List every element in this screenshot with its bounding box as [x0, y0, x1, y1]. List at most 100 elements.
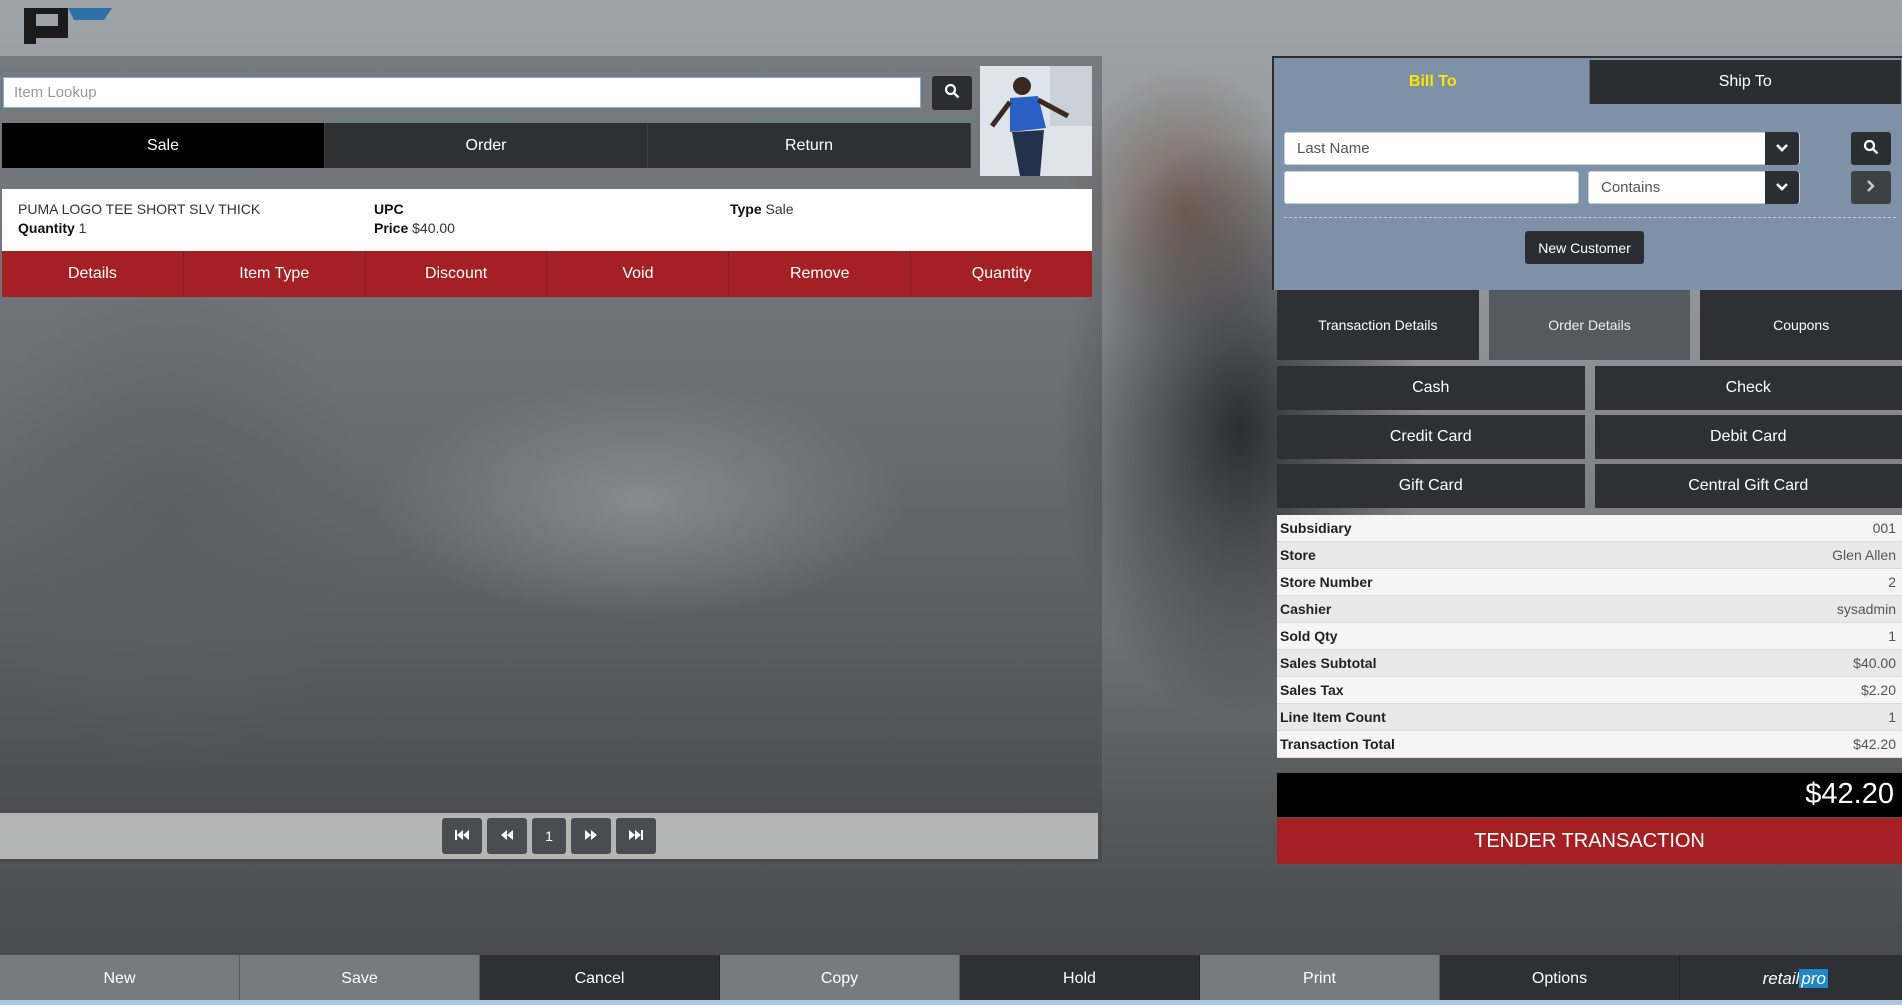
- transaction-mode-tabs: Sale Order Return: [2, 123, 971, 168]
- summary-label: Subsidiary: [1280, 520, 1352, 536]
- item-action-bar: Details Item Type Discount Void Remove Q…: [2, 251, 1092, 297]
- current-page-number: 1: [532, 818, 566, 854]
- customer-search-value-input[interactable]: [1297, 179, 1578, 196]
- options-button[interactable]: Options: [1440, 955, 1680, 1005]
- tab-return[interactable]: Return: [648, 123, 971, 168]
- brand-area: retail pro: [1680, 955, 1902, 1005]
- summary-label: Line Item Count: [1280, 709, 1386, 725]
- new-customer-button[interactable]: New Customer: [1525, 231, 1644, 264]
- debit-card-button[interactable]: Debit Card: [1594, 415, 1902, 459]
- customer-panel: Bill To Ship To Contains New Customer: [1272, 56, 1902, 290]
- tender-type-grid: Cash Check Credit Card Debit Card Gift C…: [1277, 366, 1902, 508]
- summary-row: Store Number 2: [1277, 569, 1902, 596]
- customer-search-button[interactable]: [1851, 132, 1891, 165]
- item-upc: UPC: [374, 199, 404, 219]
- summary-value: Glen Allen: [1832, 547, 1896, 563]
- cancel-button[interactable]: Cancel: [480, 955, 720, 1005]
- status-strip: [0, 1000, 1902, 1005]
- summary-label: Transaction Total: [1280, 736, 1395, 752]
- check-button[interactable]: Check: [1594, 366, 1902, 410]
- summary-label: Sales Subtotal: [1280, 655, 1377, 671]
- brand-text-part2: pro: [1799, 969, 1828, 988]
- gift-card-button[interactable]: Gift Card: [1277, 464, 1585, 508]
- field-dropdown-button[interactable]: [1765, 132, 1799, 165]
- item-name: PUMA LOGO TEE SHORT SLV THICK: [18, 201, 261, 217]
- first-page-button[interactable]: [442, 818, 482, 854]
- customer-search-value-field[interactable]: [1284, 171, 1579, 204]
- item-panel: [0, 56, 1102, 862]
- print-button[interactable]: Print: [1200, 955, 1440, 1005]
- item-type-button[interactable]: Item Type: [184, 251, 366, 297]
- summary-row: Cashier sysadmin: [1277, 596, 1902, 623]
- type-label: Type: [730, 201, 762, 217]
- price-value: $40.00: [412, 220, 455, 236]
- item-quantity: Quantity 1: [18, 218, 86, 238]
- line-item-row[interactable]: PUMA LOGO TEE SHORT SLV THICK Quantity 1…: [2, 189, 1092, 251]
- new-button[interactable]: New: [0, 955, 240, 1005]
- next-page-button[interactable]: [571, 818, 611, 854]
- summary-row: Sales Tax $2.20: [1277, 677, 1902, 704]
- pagination-bar: 1: [0, 813, 1098, 859]
- chevron-right-icon: [1866, 179, 1876, 197]
- summary-row: Sales Subtotal $40.00: [1277, 650, 1902, 677]
- customer-next-button[interactable]: [1851, 171, 1891, 204]
- remove-button[interactable]: Remove: [729, 251, 912, 297]
- last-page-button[interactable]: [616, 818, 656, 854]
- type-value: Sale: [765, 201, 794, 217]
- price-label: Price: [374, 220, 409, 236]
- transaction-total-display: $42.20: [1277, 773, 1902, 817]
- summary-value: $40.00: [1853, 655, 1896, 671]
- summary-row: Store Glen Allen: [1277, 542, 1902, 569]
- summary-row: Subsidiary 001: [1277, 515, 1902, 542]
- match-mode-value: Contains: [1601, 179, 1661, 196]
- quantity-label: Quantity: [18, 220, 75, 236]
- tender-transaction-button[interactable]: TENDER TRANSACTION: [1277, 818, 1902, 864]
- detail-tabs: Transaction Details Order Details Coupon…: [1277, 290, 1902, 360]
- customer-tabs: Bill To Ship To: [1277, 60, 1901, 104]
- void-button[interactable]: Void: [547, 251, 730, 297]
- fast-forward-icon: [583, 828, 599, 844]
- item-type: Type Sale: [730, 199, 794, 219]
- summary-label: Cashier: [1280, 601, 1332, 617]
- upc-label: UPC: [374, 201, 404, 217]
- customer-field-input[interactable]: [1297, 140, 1799, 157]
- summary-label: Sales Tax: [1280, 682, 1344, 698]
- cash-button[interactable]: Cash: [1277, 366, 1585, 410]
- quantity-button[interactable]: Quantity: [911, 251, 1092, 297]
- match-mode-dropdown-button[interactable]: [1765, 171, 1799, 204]
- copy-button[interactable]: Copy: [720, 955, 960, 1005]
- rewind-icon: [499, 828, 515, 844]
- tab-order-details[interactable]: Order Details: [1488, 290, 1691, 360]
- save-button[interactable]: Save: [240, 955, 480, 1005]
- transaction-panel: Bill To Ship To Contains New Customer: [1272, 56, 1902, 864]
- customer-field-select[interactable]: [1284, 132, 1800, 165]
- tab-bill-to[interactable]: Bill To: [1277, 60, 1590, 104]
- item-lookup-search-button[interactable]: [932, 76, 972, 110]
- transaction-summary: Subsidiary 001 Store Glen Allen Store Numb…: [1277, 515, 1902, 758]
- credit-card-button[interactable]: Credit Card: [1277, 415, 1585, 459]
- summary-value: sysadmin: [1836, 601, 1896, 617]
- summary-value: 2: [1888, 574, 1896, 590]
- summary-value: 1: [1888, 709, 1896, 725]
- previous-page-button[interactable]: [487, 818, 527, 854]
- quantity-value: 1: [78, 220, 87, 236]
- details-button[interactable]: Details: [2, 251, 184, 297]
- discount-button[interactable]: Discount: [366, 251, 548, 297]
- last-page-icon: [628, 828, 644, 844]
- tab-coupons[interactable]: Coupons: [1700, 290, 1902, 360]
- chevron-down-icon: [1775, 179, 1789, 196]
- central-gift-card-button[interactable]: Central Gift Card: [1594, 464, 1902, 508]
- brand-logo: retail pro: [1763, 969, 1828, 989]
- hold-button[interactable]: Hold: [960, 955, 1200, 1005]
- item-lookup-input[interactable]: [3, 77, 921, 108]
- tab-sale[interactable]: Sale: [2, 123, 325, 168]
- first-page-icon: [454, 828, 470, 844]
- tab-ship-to[interactable]: Ship To: [1589, 60, 1901, 104]
- tab-transaction-details[interactable]: Transaction Details: [1277, 290, 1479, 360]
- summary-value: $2.20: [1860, 682, 1896, 698]
- chevron-down-icon: [1775, 140, 1789, 157]
- summary-row: Transaction Total $42.20: [1277, 731, 1902, 758]
- match-mode-select[interactable]: Contains: [1588, 171, 1800, 204]
- tab-order[interactable]: Order: [325, 123, 648, 168]
- summary-row: Sold Qty 1: [1277, 623, 1902, 650]
